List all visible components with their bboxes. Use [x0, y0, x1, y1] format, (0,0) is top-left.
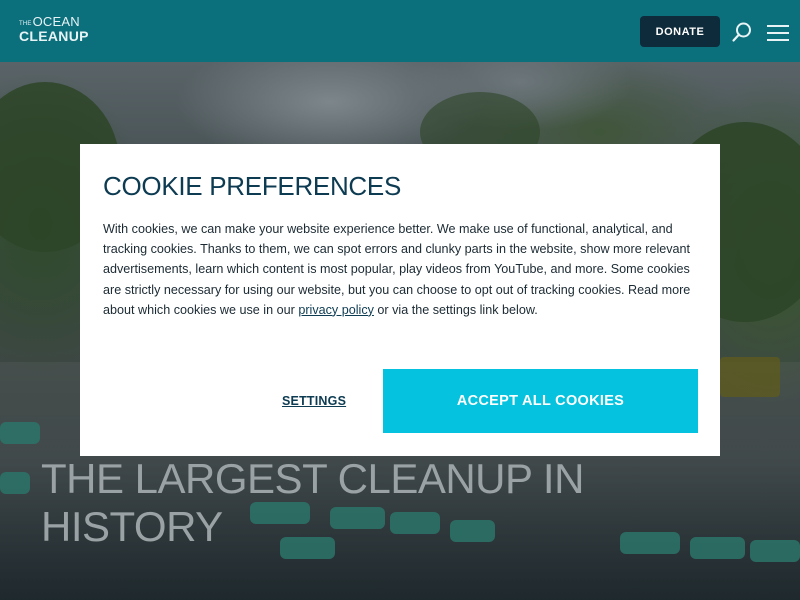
privacy-policy-link[interactable]: privacy policy [298, 303, 374, 317]
hero-title-line2: HISTORY [41, 503, 223, 550]
body-text-end: or via the settings link below. [373, 302, 538, 317]
ocean-cleanup-logo[interactable]: THE OCEAN CLEANUP [19, 15, 89, 43]
excavator [720, 357, 780, 397]
settings-button[interactable]: SETTINGS [282, 394, 346, 408]
search-icon[interactable] [731, 21, 753, 43]
hamburger-menu-icon[interactable] [767, 24, 789, 42]
logo-top-line: THE OCEAN [19, 15, 89, 28]
donate-button[interactable]: DONATE [640, 16, 720, 47]
hero-title: THE LARGEST CLEANUP IN HISTORY [41, 455, 681, 551]
logo-the: THE [19, 21, 32, 27]
dialog-body-text: With cookies, we can make your website e… [103, 219, 697, 320]
accept-all-cookies-button[interactable]: ACCEPT ALL COOKIES [383, 369, 698, 433]
barrier-float [0, 422, 40, 444]
logo-ocean: OCEAN [32, 14, 80, 29]
site-header: THE OCEAN CLEANUP DONATE [0, 0, 800, 62]
barrier-float [690, 537, 745, 559]
dialog-title: COOKIE PREFERENCES [103, 171, 401, 201]
barrier-float [0, 472, 30, 494]
hero-title-line1: THE LARGEST CLEANUP IN [41, 455, 584, 502]
logo-cleanup: CLEANUP [19, 28, 89, 44]
cookie-preferences-dialog: COOKIE PREFERENCES With cookies, we can … [80, 144, 720, 456]
barrier-float [750, 540, 800, 562]
